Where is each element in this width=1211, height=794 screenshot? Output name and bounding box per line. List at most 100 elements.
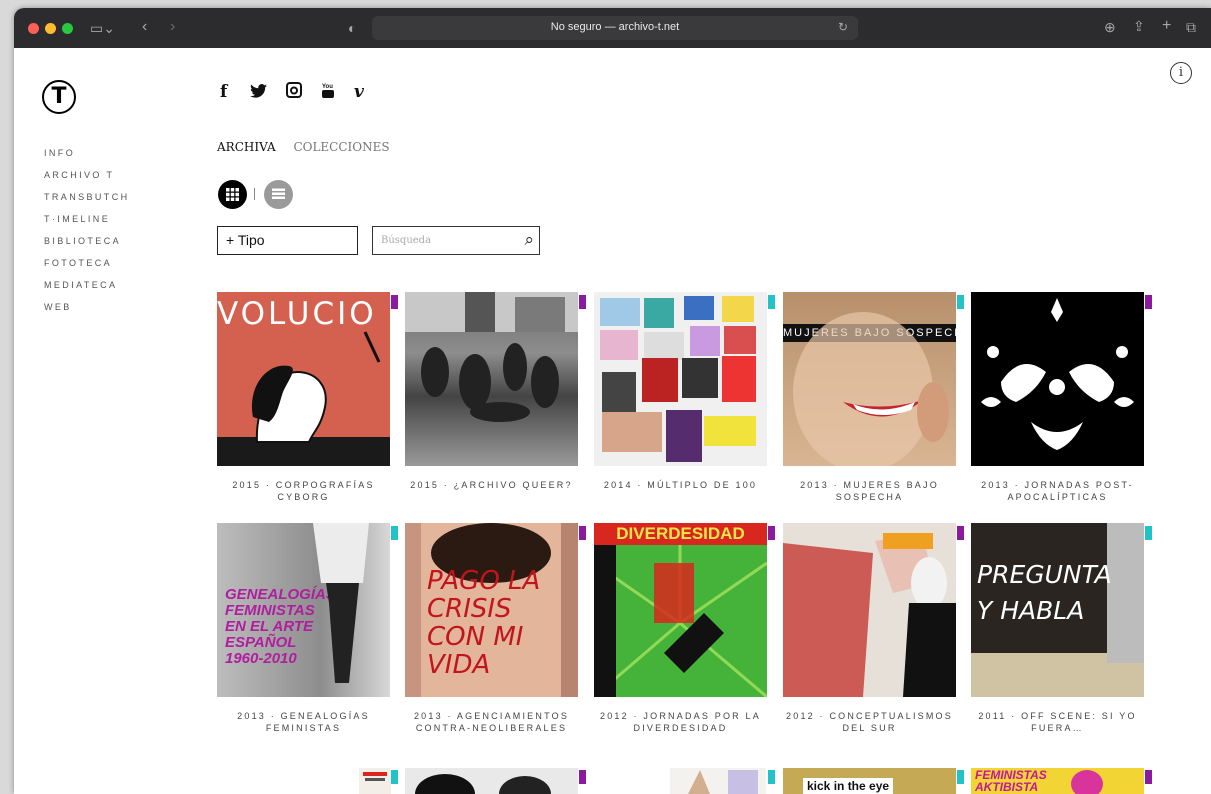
thumb-corpografias[interactable]: VOLUCIO (217, 292, 390, 466)
thumb-text: kick in the eye (803, 778, 894, 794)
thumb-archivo-queer[interactable] (405, 292, 578, 466)
nav-item-fototeca[interactable]: FOTOTECA (44, 252, 130, 274)
item-caption[interactable]: 2013 · AGENCIAMIENTOS CONTRA-NEOLIBERALE… (405, 710, 578, 734)
type-tag (1145, 295, 1152, 309)
forward-icon[interactable]: › (170, 19, 175, 35)
browser-toolbar: ▭⌄ ‹ › ◐ No seguro — archivo-t.net ↻ ⊕ ⇪… (14, 8, 1211, 48)
small-poster (363, 772, 387, 781)
bw-photo (415, 774, 551, 794)
item-caption[interactable]: 2012 · CONCEPTUALISMOS DEL SUR (783, 710, 956, 734)
vimeo-icon[interactable]: v (354, 82, 364, 102)
side-navigation: INFO ARCHIVO T TRANSBUTCH T·IMELINE BIBL… (44, 142, 130, 318)
instagram-icon[interactable] (286, 82, 302, 103)
type-tag (391, 526, 398, 540)
nav-item-info[interactable]: INFO (44, 142, 130, 164)
photo-crowd (405, 292, 578, 422)
sidebar-toggle-icon[interactable]: ▭⌄ (90, 21, 115, 35)
thumb-genealogias-feministas[interactable]: GENEALOGÍAS FEMINISTAS EN EL ARTE ESPAÑO… (217, 523, 390, 697)
svg-text:You: You (322, 84, 333, 90)
thumb-partial-5[interactable]: FEMINISTAS AKTIBISTA (971, 768, 1144, 794)
page-content: T i INFO ARCHIVO T TRANSBUTCH T·IMELINE … (14, 48, 1211, 794)
facebook-icon[interactable]: f (220, 82, 227, 102)
type-tag (579, 295, 586, 309)
list-icon (272, 188, 285, 199)
thumb-partial-1[interactable] (359, 768, 391, 794)
nav-item-biblioteca[interactable]: BIBLIOTECA (44, 230, 130, 252)
type-filter-button[interactable]: + Tipo (217, 226, 358, 255)
minimize-window-button[interactable] (45, 23, 56, 34)
nav-item-web[interactable]: WEB (44, 296, 130, 318)
youtube-icon[interactable]: You (321, 81, 335, 104)
thumb-multiplo-100[interactable] (594, 292, 767, 466)
photo-figures (688, 770, 758, 794)
photo-walking-figure (313, 523, 369, 683)
thumb-partial-2[interactable] (405, 768, 578, 794)
item-caption[interactable]: 2012 · JORNADAS POR LA DIVERDESIDAD (594, 710, 767, 734)
zoom-window-button[interactable] (62, 23, 73, 34)
thumb-agenciamientos[interactable]: PAGO LA CRISIS CON MI VIDA (405, 523, 578, 697)
item-caption[interactable]: 2013 · GENEALOGÍAS FEMINISTAS (217, 710, 390, 734)
thumb-conceptualismos-del-sur[interactable] (783, 523, 956, 697)
browser-window: ▭⌄ ‹ › ◐ No seguro — archivo-t.net ↻ ⊕ ⇪… (14, 8, 1211, 794)
green-poster-artwork (594, 545, 767, 697)
poster-collage (600, 296, 756, 462)
pink-figure (1071, 770, 1103, 794)
archive-tabs: ARCHIVA COLECCIONES (217, 140, 404, 154)
type-tag (768, 526, 775, 540)
grid-view-toggle[interactable] (218, 180, 247, 209)
photo-smiling-woman (793, 312, 949, 466)
url-text: No seguro — archivo-t.net (550, 21, 680, 33)
privacy-shield-icon[interactable]: ◐ (348, 21, 356, 35)
item-caption[interactable]: 2015 · CORPOGRAFÍAS CYBORG (217, 479, 390, 503)
search-placeholder: Búsqueda (381, 235, 432, 246)
thumb-text: PAGO LA CRISIS CON MI VIDA (427, 566, 541, 680)
thumb-partial-4[interactable]: kick in the eye (783, 768, 956, 794)
info-icon[interactable]: i (1170, 62, 1192, 84)
item-caption[interactable]: 2011 · OFF SCENE: SI YO FUERA… (971, 710, 1144, 734)
type-tag (391, 770, 398, 784)
photo-performance (783, 533, 956, 697)
thumb-mujeres-bajo-sospecha[interactable]: MUJERES BAJO SOSPECHA (783, 292, 956, 466)
twitter-icon[interactable] (250, 84, 267, 102)
grid-icon (226, 188, 239, 201)
address-bar[interactable]: No seguro — archivo-t.net ↻ (372, 16, 858, 40)
downloads-icon[interactable]: ⊕ (1104, 20, 1116, 34)
site-logo[interactable]: T (42, 80, 76, 114)
nav-item-archivo-t[interactable]: ARCHIVO T (44, 164, 130, 186)
thumb-jornadas-post-apocalipticas[interactable] (971, 292, 1144, 466)
share-icon[interactable]: ⇪ (1133, 19, 1145, 33)
tab-archiva[interactable]: ARCHIVA (217, 140, 276, 154)
new-tab-icon[interactable]: + (1162, 18, 1171, 34)
type-tag (768, 295, 775, 309)
item-caption[interactable]: 2013 · MUJERES BAJO SOSPECHA (783, 479, 956, 503)
close-window-button[interactable] (28, 23, 39, 34)
type-tag (579, 526, 586, 540)
type-tag (391, 295, 398, 309)
thumb-off-scene[interactable]: PREGUNTA Y HABLA (971, 523, 1144, 697)
item-caption[interactable]: 2013 · JORNADAS POST-APOCALÍPTICAS (971, 479, 1144, 503)
view-separator (254, 188, 255, 200)
type-tag (1145, 526, 1152, 540)
white-ornament-artwork (981, 298, 1134, 450)
type-tag (768, 770, 775, 784)
tab-overview-icon[interactable]: ⧉ (1186, 20, 1196, 34)
back-icon[interactable]: ‹ (142, 19, 147, 35)
tab-colecciones[interactable]: COLECCIONES (293, 140, 389, 154)
type-tag (579, 770, 586, 784)
item-caption[interactable]: 2014 · MÚLTIPLO DE 100 (594, 479, 767, 491)
search-input[interactable]: Búsqueda ⌕ (372, 226, 540, 255)
illustration-woman (217, 331, 390, 466)
list-view-toggle[interactable] (264, 180, 293, 209)
nav-item-timeline[interactable]: T·IMELINE (44, 208, 130, 230)
nav-item-transbutch[interactable]: TRANSBUTCH (44, 186, 130, 208)
type-tag (1145, 770, 1152, 784)
thumb-partial-3[interactable] (670, 768, 766, 794)
search-icon[interactable]: ⌕ (524, 227, 534, 254)
thumb-diverdesidad[interactable]: DIVERDESIDAD (594, 523, 767, 697)
reload-icon[interactable]: ↻ (838, 20, 848, 34)
type-tag (957, 526, 964, 540)
item-caption[interactable]: 2015 · ¿ARCHIVO QUEER? (405, 479, 578, 491)
type-tag (957, 295, 964, 309)
nav-item-mediateca[interactable]: MEDIATECA (44, 274, 130, 296)
thumb-text: PREGUNTA Y HABLA (977, 560, 1112, 625)
